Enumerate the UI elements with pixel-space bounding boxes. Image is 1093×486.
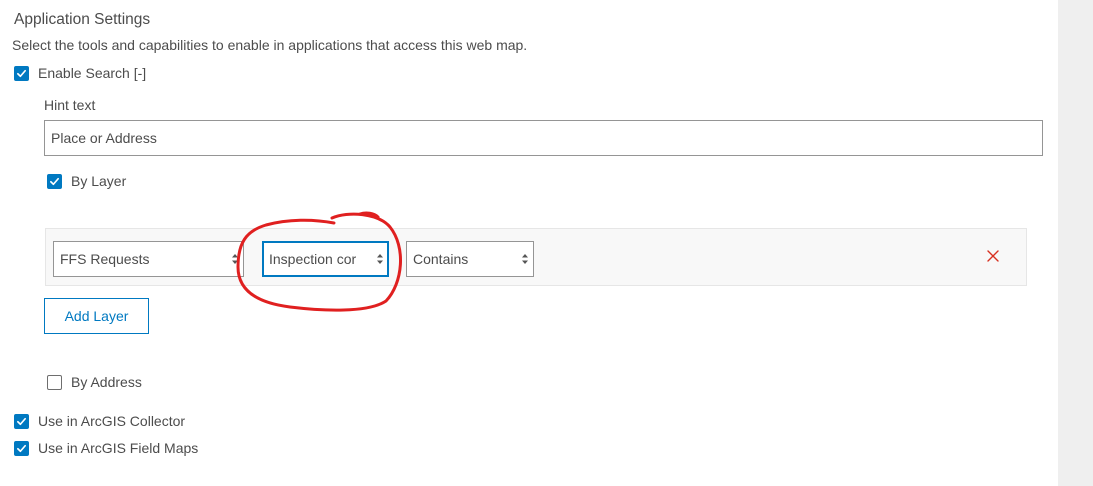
up-down-arrows-icon (377, 254, 383, 264)
by-layer-checkbox[interactable]: By Layer (47, 173, 126, 189)
operator-select[interactable]: Contains (406, 241, 534, 277)
up-down-arrows-icon (522, 254, 528, 264)
layer-select-value: FFS Requests (60, 251, 150, 267)
search-layer-row: FFS Requests Inspection cor Contains (45, 228, 1027, 286)
layer-select[interactable]: FFS Requests (53, 241, 244, 277)
field-select-value: Inspection cor (269, 251, 357, 267)
checkmark-icon (14, 413, 29, 429)
checkmark-icon (47, 173, 62, 189)
by-address-checkbox[interactable]: By Address (47, 374, 142, 390)
by-layer-label: By Layer (71, 173, 127, 189)
field-select[interactable]: Inspection cor (262, 241, 389, 277)
checkmark-icon (14, 65, 29, 81)
use-in-field-maps-label: Use in ArcGIS Field Maps (38, 440, 199, 456)
add-layer-button[interactable]: Add Layer (44, 298, 149, 334)
use-in-collector-label: Use in ArcGIS Collector (38, 413, 186, 429)
use-in-field-maps-checkbox[interactable]: Use in ArcGIS Field Maps (14, 440, 198, 456)
checkmark-icon (14, 440, 29, 456)
right-gutter (1058, 0, 1093, 486)
use-in-collector-checkbox[interactable]: Use in ArcGIS Collector (14, 413, 185, 429)
hint-text-label: Hint text (44, 97, 96, 113)
operator-select-value: Contains (413, 251, 469, 267)
application-settings-page: Application Settings Select the tools an… (0, 0, 1093, 486)
up-down-arrows-icon (232, 254, 238, 264)
by-address-label: By Address (71, 374, 142, 390)
enable-search-label: Enable Search [-] (38, 65, 147, 81)
hint-text-input[interactable] (44, 120, 1043, 156)
checkbox-empty-icon (47, 374, 62, 390)
close-icon[interactable] (986, 249, 1000, 263)
section-title: Application Settings (14, 11, 151, 28)
section-description: Select the tools and capabilities to ena… (12, 37, 528, 53)
enable-search-checkbox[interactable]: Enable Search [-] (14, 65, 146, 81)
